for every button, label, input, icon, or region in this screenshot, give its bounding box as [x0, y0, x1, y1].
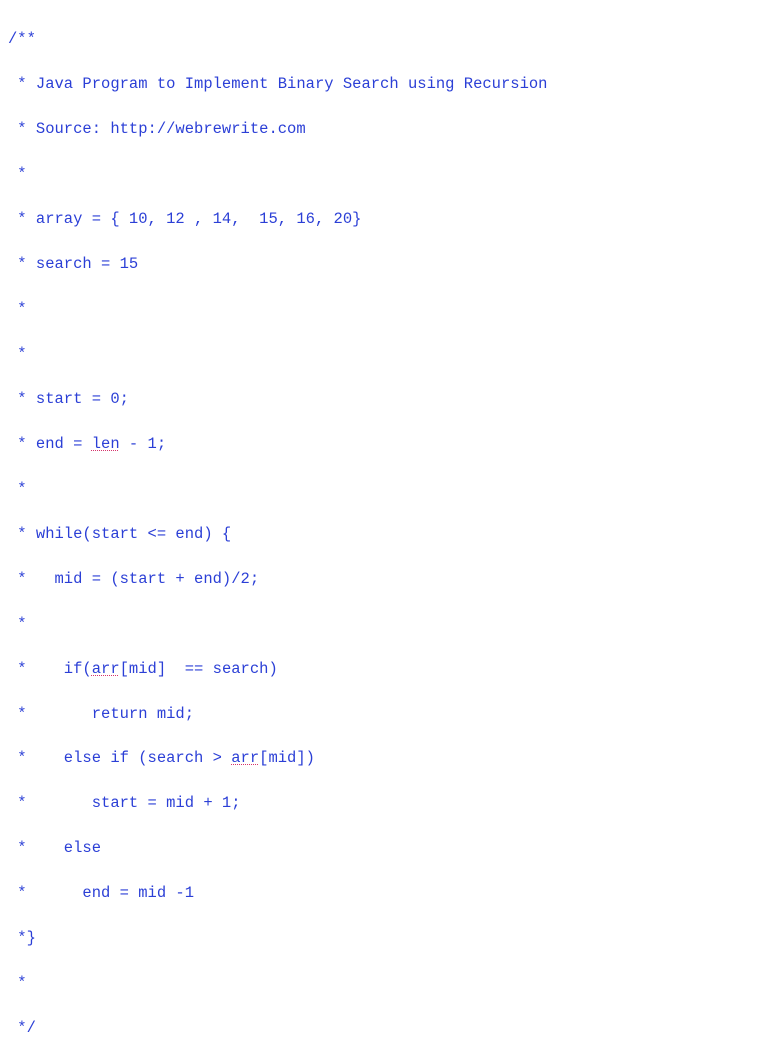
- code-line: * end = len - 1;: [8, 433, 760, 455]
- code-line: * start = 0;: [8, 388, 760, 410]
- code-line: *: [8, 613, 760, 635]
- code-line: * end = mid -1: [8, 882, 760, 904]
- code-line: *: [8, 478, 760, 500]
- code-line: * while(start <= end) {: [8, 523, 760, 545]
- code-text: [mid]): [259, 749, 315, 767]
- code-line: * search = 15: [8, 253, 760, 275]
- code-line: * else if (search > arr[mid]): [8, 747, 760, 769]
- code-text: - 1;: [120, 435, 167, 453]
- code-line: *: [8, 972, 760, 994]
- code-text: * else if (search >: [8, 749, 231, 767]
- warning-underline-len: len: [92, 435, 120, 453]
- code-line: * if(arr[mid] == search): [8, 658, 760, 680]
- code-line: * Source: http://webrewrite.com: [8, 118, 760, 140]
- code-line: * else: [8, 837, 760, 859]
- code-line: *: [8, 343, 760, 365]
- code-line: * mid = (start + end)/2;: [8, 568, 760, 590]
- code-line: * start = mid + 1;: [8, 792, 760, 814]
- warning-underline-arr: arr: [231, 749, 259, 767]
- code-line: * return mid;: [8, 703, 760, 725]
- code-block: /** * Java Program to Implement Binary S…: [8, 6, 760, 1062]
- code-line: */: [8, 1017, 760, 1039]
- code-line: *: [8, 298, 760, 320]
- warning-underline-arr: arr: [92, 660, 120, 678]
- code-line: * array = { 10, 12 , 14, 15, 16, 20}: [8, 208, 760, 230]
- code-text: [mid] == search): [120, 660, 278, 678]
- code-text: * end =: [8, 435, 92, 453]
- code-line: *: [8, 163, 760, 185]
- code-line: * Java Program to Implement Binary Searc…: [8, 73, 760, 95]
- code-line: /**: [8, 28, 760, 50]
- code-line: *}: [8, 927, 760, 949]
- code-text: * if(: [8, 660, 92, 678]
